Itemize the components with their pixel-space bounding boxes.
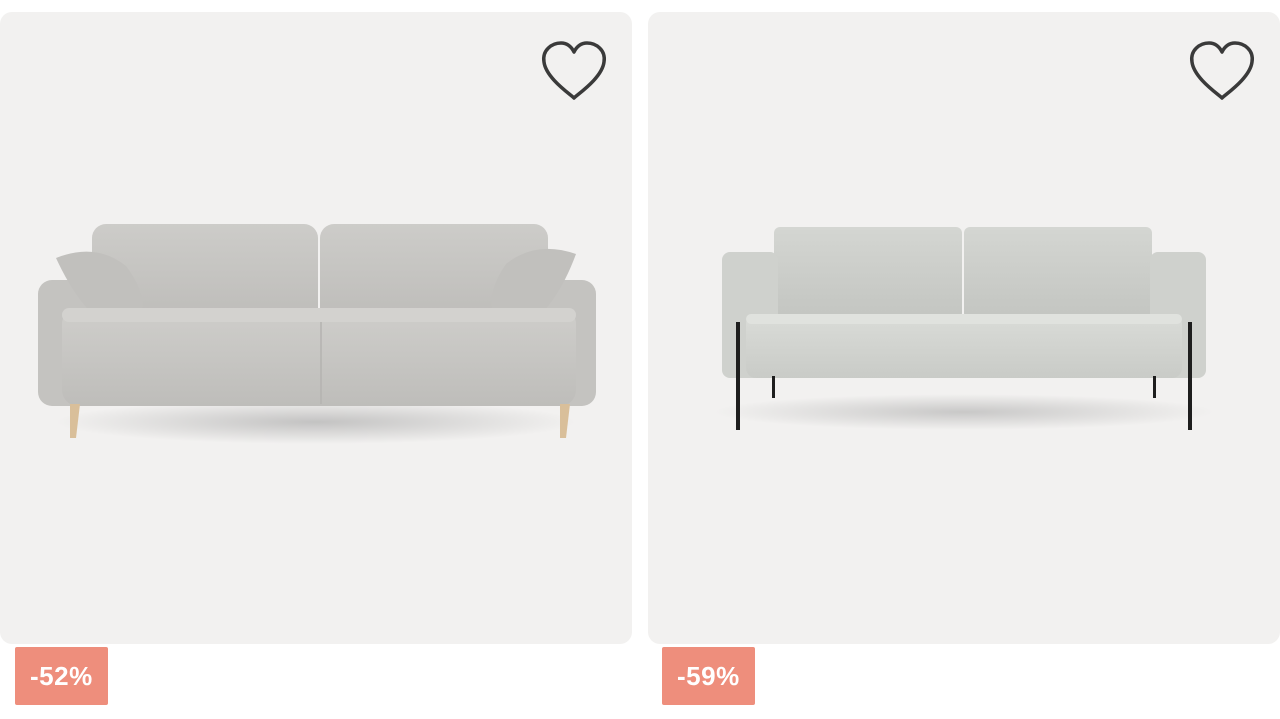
heart-outline-icon bbox=[1188, 40, 1256, 109]
product-grid: -52% -59% bbox=[0, 0, 1280, 719]
heart-outline-icon bbox=[540, 40, 608, 109]
product-card-2[interactable] bbox=[648, 12, 1280, 644]
favorite-button-2[interactable] bbox=[1188, 40, 1256, 109]
discount-badge-2: -59% bbox=[662, 647, 755, 705]
product-image-sofa-2[interactable] bbox=[648, 12, 1280, 644]
product-card-1[interactable] bbox=[0, 12, 632, 644]
favorite-button-1[interactable] bbox=[540, 40, 608, 109]
discount-badge-1: -52% bbox=[15, 647, 108, 705]
product-image-sofa-1[interactable] bbox=[0, 12, 632, 644]
